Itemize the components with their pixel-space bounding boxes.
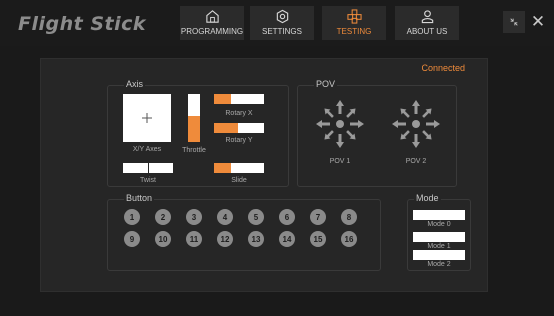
joystick-button-indicator: 8: [341, 209, 357, 225]
joystick-button-indicator: 11: [186, 231, 202, 247]
rotary-x-bar: [214, 94, 264, 104]
rotary-y-label: Rotary Y: [225, 137, 253, 144]
mode-panel: Mode Mode 0 Mode 1 Mode 2: [407, 193, 471, 271]
connection-status: Connected: [421, 63, 465, 73]
pov-1-label: POV 1: [329, 158, 351, 165]
axis-title: Axis: [124, 79, 146, 89]
joystick-button-indicator: 16: [341, 231, 357, 247]
slide-fill: [214, 163, 231, 173]
testing-panel: Connected Axis X/Y Axes Throttle Rotary …: [40, 58, 488, 292]
close-button[interactable]: ✕: [527, 11, 549, 33]
mode-title: Mode: [414, 193, 441, 203]
joystick-button-indicator: 2: [155, 209, 171, 225]
mode-2-label: Mode 2: [427, 261, 451, 268]
tab-testing[interactable]: TESTING: [322, 6, 386, 40]
joystick-button-indicator: 3: [186, 209, 202, 225]
button-panel: Button 1 2 3 4 5 6 7 8 9 10 11 12 13 14 15 16: [107, 193, 381, 271]
twist-bar: [123, 163, 173, 173]
top-bar: Flight Stick PROGRAMMING SETTINGS TESTIN…: [0, 0, 554, 46]
rotary-x-fill: [214, 94, 231, 104]
joystick-button-indicator: 1: [124, 209, 140, 225]
mode-0-indicator: [413, 210, 465, 220]
minimize-button[interactable]: [503, 11, 525, 33]
close-icon: ✕: [530, 12, 546, 31]
joystick-button-indicator: 7: [310, 209, 326, 225]
joystick-icon: [346, 9, 362, 24]
home-icon: [205, 10, 219, 23]
joystick-button-indicator: 12: [217, 231, 233, 247]
mode-0-label: Mode 0: [427, 221, 451, 228]
tab-programming-label: PROGRAMMING: [180, 27, 244, 36]
mode-1-indicator: [413, 232, 465, 242]
xy-axes-display: [123, 94, 171, 142]
joystick-button-indicator: 6: [279, 209, 295, 225]
rotary-y-bar: [214, 123, 264, 133]
tab-programming[interactable]: PROGRAMMING: [180, 6, 244, 40]
axis-panel: Axis X/Y Axes Throttle Rotary X Rotary Y…: [107, 79, 289, 187]
joystick-button-indicator: 9: [124, 231, 140, 247]
xy-axes-label: X/Y Axes: [132, 146, 162, 153]
tab-settings-label: SETTINGS: [261, 27, 302, 36]
gear-icon: [276, 9, 288, 24]
joystick-button-indicator: 15: [310, 231, 326, 247]
user-icon: [421, 10, 433, 24]
rotary-x-label: Rotary X: [225, 110, 253, 117]
pov-panel: POV POV 1 POV 2: [297, 79, 457, 187]
mode-2-indicator: [413, 250, 465, 260]
tab-about-us-label: ABOUT US: [406, 27, 448, 36]
collapse-icon: [510, 18, 518, 26]
button-title: Button: [124, 193, 155, 203]
rotary-y-fill: [214, 123, 238, 133]
slide-label: Slide: [231, 177, 247, 184]
crosshair-icon: [142, 113, 152, 123]
pov-2-label: POV 2: [405, 158, 427, 165]
joystick-button-indicator: 5: [248, 209, 264, 225]
tab-about-us[interactable]: ABOUT US: [395, 6, 459, 40]
pov-title: POV: [314, 79, 338, 89]
app-title: Flight Stick: [18, 13, 147, 35]
pov-1-hat: [310, 94, 370, 154]
joystick-button-indicator: 4: [217, 209, 233, 225]
joystick-button-indicator: 10: [155, 231, 171, 247]
joystick-button-indicator: 13: [248, 231, 264, 247]
throttle-bar: [188, 94, 200, 142]
joystick-button-indicator: 14: [279, 231, 295, 247]
pov-2-hat: [386, 94, 446, 154]
tab-testing-label: TESTING: [336, 27, 372, 36]
throttle-fill: [188, 115, 200, 142]
twist-center-marker: [123, 163, 149, 173]
slide-bar: [214, 163, 264, 173]
throttle-label: Throttle: [182, 147, 206, 154]
mode-1-label: Mode 1: [427, 243, 451, 250]
tab-settings[interactable]: SETTINGS: [250, 6, 314, 40]
twist-label: Twist: [140, 177, 156, 184]
